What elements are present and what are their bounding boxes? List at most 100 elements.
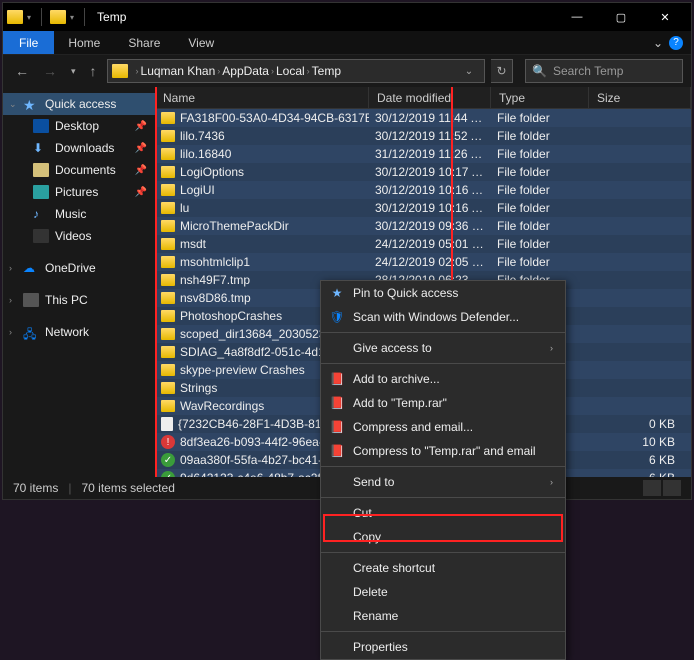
menu-create-shortcut[interactable]: Create shortcut (321, 556, 565, 580)
sidebar-item-desktop[interactable]: Desktop📌 (3, 115, 155, 137)
row-date: 30/12/2019 10:17 AM (369, 165, 491, 179)
chevron-right-icon: › (550, 477, 553, 487)
row-type: File folder (491, 165, 589, 179)
row-name: FA318F00-53A0-4D34-94CB-6317B36686... (180, 111, 369, 125)
menu-rename[interactable]: Rename (321, 604, 565, 628)
row-date: 30/12/2019 09:36 PM (369, 219, 491, 233)
archive-icon: 📕 (329, 419, 345, 435)
crumb[interactable]: Local (276, 64, 305, 78)
col-name[interactable]: Name (155, 87, 369, 108)
sidebar-item-documents[interactable]: Documents📌 (3, 159, 155, 181)
menu-pin-quick-access[interactable]: ★Pin to Quick access (321, 281, 565, 305)
row-date: 24/12/2019 02:05 PM (369, 255, 491, 269)
file-icon (161, 417, 173, 431)
row-name: msdt (180, 237, 206, 251)
tab-view[interactable]: View (174, 31, 228, 54)
row-name: skype-preview Crashes (180, 363, 305, 377)
folder-icon (161, 130, 175, 142)
row-date: 30/12/2019 10:16 AM (369, 183, 491, 197)
search-placeholder: Search Temp (553, 64, 623, 78)
error-icon: ! (161, 435, 175, 449)
context-menu: ★Pin to Quick access 🛡Scan with Windows … (320, 280, 566, 660)
table-row[interactable]: msdt24/12/2019 05:01 PMFile folder (155, 235, 691, 253)
menu-give-access[interactable]: Give access to› (321, 336, 565, 360)
sidebar: ⌄★Quick access Desktop📌 ⬇Downloads📌 Docu… (3, 87, 155, 477)
pin-icon: ★ (329, 285, 345, 301)
menu-copy[interactable]: Copy (321, 525, 565, 549)
col-type[interactable]: Type (491, 87, 589, 108)
minimize-button[interactable]: — (555, 3, 599, 31)
status-items: 70 items (13, 481, 58, 495)
check-icon: ✓ (161, 471, 175, 477)
menu-add-archive[interactable]: 📕Add to archive... (321, 367, 565, 391)
file-tab[interactable]: File (3, 31, 54, 54)
table-row[interactable]: LogiOptions 30/12/2019 10:17 AMFile folde… (155, 163, 691, 181)
up-button[interactable]: ↑ (86, 63, 101, 79)
row-name: nsv8D86.tmp (180, 291, 251, 305)
view-details-button[interactable] (643, 480, 661, 496)
refresh-button[interactable]: ↻ (491, 59, 513, 83)
titlebar: ▾ ▾ Temp — ▢ ✕ (3, 3, 691, 31)
folder-icon (161, 346, 175, 358)
row-size: 0 KB (589, 417, 691, 431)
row-name: Strings (180, 381, 217, 395)
table-row[interactable]: msohtmlclip124/12/2019 02:05 PMFile fold… (155, 253, 691, 271)
folder-icon (161, 238, 175, 250)
tab-share[interactable]: Share (114, 31, 174, 54)
maximize-button[interactable]: ▢ (599, 3, 643, 31)
sidebar-onedrive[interactable]: ›☁OneDrive (3, 257, 155, 279)
menu-add-rar[interactable]: 📕Add to "Temp.rar" (321, 391, 565, 415)
folder-icon (161, 382, 175, 394)
view-icons-button[interactable] (663, 480, 681, 496)
table-row[interactable]: lu30/12/2019 10:16 AMFile folder (155, 199, 691, 217)
sidebar-item-music[interactable]: ♪Music (3, 203, 155, 225)
table-row[interactable]: lilo.743630/12/2019 11:52 AMFile folder (155, 127, 691, 145)
table-row[interactable]: FA318F00-53A0-4D34-94CB-6317B36686...30/… (155, 109, 691, 127)
crumb[interactable]: Luqman Khan (141, 64, 216, 78)
breadcrumb[interactable]: › Luqman Khan› AppData› Local› Temp ⌄ (107, 59, 485, 83)
dropdown-icon[interactable]: ▾ (70, 13, 74, 22)
status-selected: 70 items selected (81, 481, 174, 495)
search-input[interactable]: 🔍 Search Temp (525, 59, 683, 83)
folder-icon (161, 328, 175, 340)
tab-home[interactable]: Home (54, 31, 114, 54)
crumb[interactable]: Temp (312, 64, 341, 78)
col-date[interactable]: Date modified (369, 87, 491, 108)
row-name: WavRecordings (180, 399, 264, 413)
table-row[interactable]: MicroThemePackDir30/12/2019 09:36 PMFile… (155, 217, 691, 235)
help-icon[interactable]: ? (669, 36, 683, 50)
row-type: File folder (491, 129, 589, 143)
sidebar-item-pictures[interactable]: Pictures📌 (3, 181, 155, 203)
crumb[interactable]: AppData (222, 64, 269, 78)
row-name: LogiOptions (180, 165, 244, 179)
folder-icon (161, 292, 175, 304)
check-icon: ✓ (161, 453, 175, 467)
sidebar-item-videos[interactable]: Videos (3, 225, 155, 247)
menu-compress-rar-email[interactable]: 📕Compress to "Temp.rar" and email (321, 439, 565, 463)
table-row[interactable]: lilo.1684031/12/2019 11:26 AMFile folder (155, 145, 691, 163)
sidebar-item-downloads[interactable]: ⬇Downloads📌 (3, 137, 155, 159)
recent-dropdown[interactable]: ▾ (67, 66, 80, 77)
dropdown-icon[interactable]: ▾ (27, 13, 31, 22)
sidebar-this-pc[interactable]: ›This PC (3, 289, 155, 311)
chevron-down-icon[interactable]: ⌄ (653, 36, 663, 50)
menu-properties[interactable]: Properties (321, 635, 565, 659)
folder-icon (161, 256, 175, 268)
row-type: File folder (491, 237, 589, 251)
menu-windows-defender[interactable]: 🛡Scan with Windows Defender... (321, 305, 565, 329)
menu-send-to[interactable]: Send to› (321, 470, 565, 494)
chevron-down-icon[interactable]: ⌄ (458, 66, 480, 77)
row-size: 6 KB (589, 471, 691, 477)
menu-cut[interactable]: Cut (321, 501, 565, 525)
menu-delete[interactable]: Delete (321, 580, 565, 604)
table-row[interactable]: LogiUI30/12/2019 10:16 AMFile folder (155, 181, 691, 199)
menu-compress-email[interactable]: 📕Compress and email... (321, 415, 565, 439)
back-button[interactable]: ← (11, 63, 33, 79)
sidebar-network[interactable]: ›🖧Network (3, 321, 155, 343)
row-type: File folder (491, 201, 589, 215)
sidebar-quick-access[interactable]: ⌄★Quick access (3, 93, 155, 115)
folder-icon (161, 310, 175, 322)
close-button[interactable]: ✕ (643, 3, 687, 31)
col-size[interactable]: Size (589, 87, 691, 108)
forward-button[interactable]: → (39, 63, 61, 79)
